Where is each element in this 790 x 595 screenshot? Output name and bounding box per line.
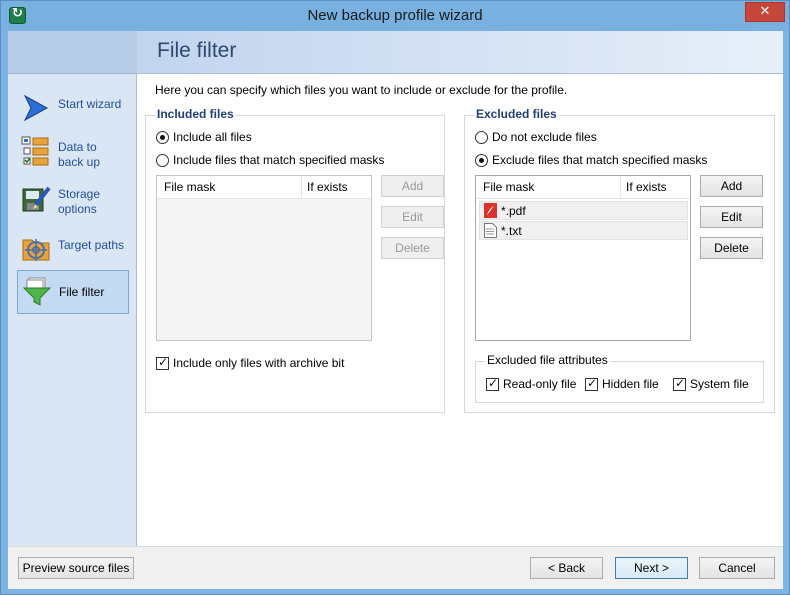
checkbox[interactable] — [156, 354, 169, 370]
readonly-checkbox[interactable]: Read-only file — [486, 375, 581, 392]
wizard-window: New backup profile wizard ✕ File filter … — [0, 0, 790, 595]
exclude-masks-radio[interactable]: Exclude files that match specified masks — [475, 152, 735, 168]
radio-button[interactable] — [475, 131, 488, 144]
column-header-if-exists[interactable]: If exists — [626, 180, 667, 194]
sidebar-item-label: File filter — [59, 285, 105, 299]
checkbox[interactable] — [673, 375, 686, 391]
radio-label: Include all files — [173, 130, 252, 144]
hidden-checkbox[interactable]: Hidden file — [585, 375, 665, 392]
group-title: Included files — [155, 107, 236, 121]
page-header: File filter — [137, 31, 783, 74]
close-button[interactable]: ✕ — [745, 2, 785, 22]
sidebar-item-label: Storage options — [58, 187, 101, 216]
excluded-files-group: Excluded files Do not exclude files Excl… — [464, 107, 775, 413]
next-button[interactable]: Next > — [615, 557, 688, 579]
excluded-masks-list[interactable]: File mask If exists *.pdf *.txt — [475, 175, 691, 341]
include-masks-radio[interactable]: Include files that match specified masks — [156, 152, 416, 168]
sidebar-item-data-to-back-up[interactable]: Data to back up — [17, 134, 129, 178]
client-area: File filter Start wizard Data to back up… — [8, 31, 783, 589]
column-header-file-mask[interactable]: File mask — [164, 180, 215, 194]
preview-source-files-button[interactable]: Preview source files — [18, 557, 134, 579]
include-all-radio[interactable]: Include all files — [156, 129, 416, 145]
checkbox[interactable] — [585, 375, 598, 391]
radio-button[interactable] — [156, 154, 169, 167]
archive-bit-checkbox[interactable]: Include only files with archive bit — [156, 354, 416, 371]
back-button[interactable]: < Back — [530, 557, 603, 579]
table-row[interactable]: *.txt — [479, 221, 688, 240]
group-title: Excluded file attributes — [485, 353, 610, 367]
header-band-left — [8, 31, 137, 74]
column-header-if-exists[interactable]: If exists — [307, 180, 348, 194]
do-not-exclude-radio[interactable]: Do not exclude files — [475, 129, 735, 145]
sidebar-item-label: Start wizard — [58, 97, 122, 111]
included-edit-button[interactable]: Edit — [381, 206, 444, 228]
sidebar-item-start-wizard[interactable]: Start wizard — [17, 88, 129, 132]
group-title: Excluded files — [474, 107, 559, 121]
included-masks-list[interactable]: File mask If exists — [156, 175, 372, 341]
folder-target-icon — [22, 239, 50, 261]
sidebar-item-label: Target paths — [58, 238, 125, 252]
sidebar-item-label: Data to back up — [58, 140, 101, 169]
disk-pencil-icon — [22, 186, 51, 212]
column-header-file-mask[interactable]: File mask — [483, 180, 534, 194]
folders-tree-icon — [21, 136, 49, 166]
checkbox-label: Include only files with archive bit — [173, 356, 345, 370]
radio-label: Do not exclude files — [492, 130, 597, 144]
title-bar[interactable]: New backup profile wizard ✕ — [1, 1, 789, 31]
excluded-attributes-group: Excluded file attributes Read-only file … — [475, 353, 764, 403]
checkbox-label: Hidden file — [602, 377, 659, 391]
wizard-footer: Preview source files < Back Next > Cance… — [8, 546, 783, 589]
included-files-group: Included files Include all files Include… — [145, 107, 445, 413]
arrow-icon — [23, 94, 49, 122]
column-separator[interactable] — [620, 176, 621, 199]
sidebar-item-file-filter[interactable]: File filter — [17, 270, 129, 314]
checkbox-label: Read-only file — [503, 377, 577, 391]
excluded-add-button[interactable]: Add — [700, 175, 763, 197]
radio-button[interactable] — [156, 131, 169, 144]
sidebar-item-storage-options[interactable]: Storage options — [17, 181, 129, 225]
wizard-sidebar: Start wizard Data to back up Storage opt… — [8, 74, 137, 546]
main-content: Here you can specify which files you wan… — [137, 74, 783, 546]
window-title: New backup profile wizard — [307, 7, 483, 24]
file-mask-cell: *.pdf — [501, 204, 526, 218]
radio-button[interactable] — [475, 154, 488, 167]
intro-text: Here you can specify which files you wan… — [155, 83, 568, 97]
list-header: File mask If exists — [476, 176, 690, 199]
radio-label: Exclude files that match specified masks — [492, 153, 708, 167]
checkbox[interactable] — [486, 375, 499, 391]
funnel-icon — [22, 277, 52, 306]
cancel-button[interactable]: Cancel — [699, 557, 775, 579]
column-separator[interactable] — [301, 176, 302, 199]
sidebar-item-target-paths[interactable]: Target paths — [17, 228, 129, 272]
page-title: File filter — [157, 39, 237, 62]
radio-label: Include files that match specified masks — [173, 153, 385, 167]
file-mask-cell: *.txt — [501, 224, 522, 238]
text-file-icon — [484, 223, 497, 238]
excluded-delete-button[interactable]: Delete — [700, 237, 763, 259]
excluded-edit-button[interactable]: Edit — [700, 206, 763, 228]
included-delete-button[interactable]: Delete — [381, 237, 444, 259]
pdf-file-icon — [484, 203, 497, 218]
system-checkbox[interactable]: System file — [673, 375, 758, 392]
checkbox-label: System file — [690, 377, 749, 391]
list-header: File mask If exists — [157, 176, 371, 199]
included-add-button[interactable]: Add — [381, 175, 444, 197]
table-row[interactable]: *.pdf — [479, 201, 688, 220]
